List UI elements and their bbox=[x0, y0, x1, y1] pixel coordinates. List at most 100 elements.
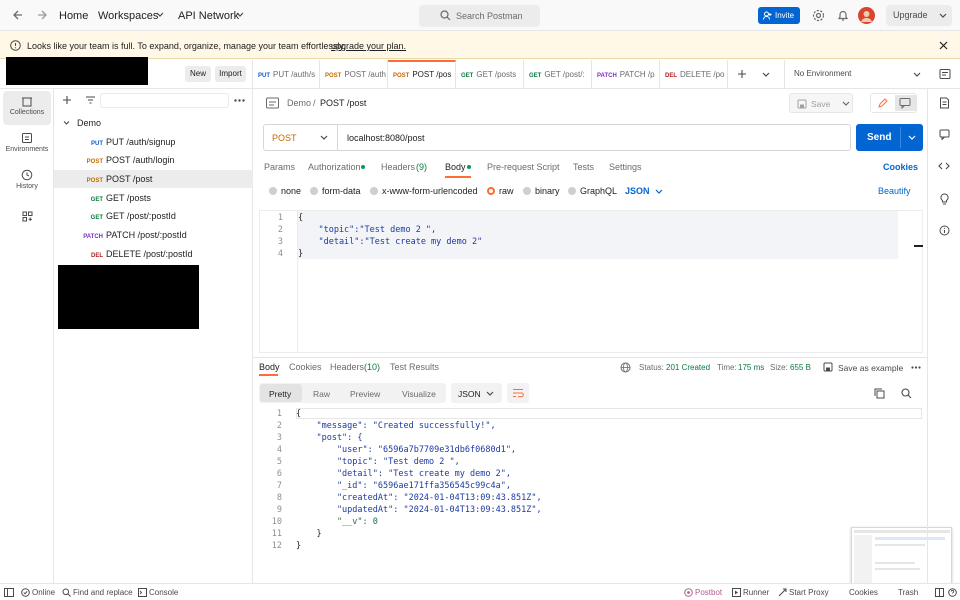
cookies-link[interactable]: Cookies bbox=[883, 162, 918, 172]
add-icon[interactable] bbox=[62, 95, 72, 105]
radio-raw[interactable]: raw bbox=[487, 186, 514, 196]
help-icon[interactable] bbox=[948, 588, 957, 597]
online-status[interactable]: Online bbox=[32, 588, 55, 597]
rail-collections[interactable]: Collections bbox=[3, 91, 51, 125]
settings-gear-icon[interactable] bbox=[812, 9, 825, 22]
radio-urlencoded[interactable]: x-www-form-urlencoded bbox=[370, 186, 478, 196]
invite-button[interactable]: Invite bbox=[758, 7, 800, 24]
response-format-select[interactable]: JSON bbox=[451, 383, 502, 403]
tab-params[interactable]: Params bbox=[264, 162, 295, 172]
view-preview[interactable]: Preview bbox=[350, 389, 380, 399]
runner-button[interactable]: Runner bbox=[743, 588, 769, 597]
rail-history[interactable]: History bbox=[3, 165, 51, 199]
close-icon[interactable] bbox=[939, 41, 948, 50]
method-select[interactable]: POST bbox=[264, 125, 338, 150]
tab-tests[interactable]: Tests bbox=[573, 162, 594, 172]
list-item[interactable]: PUT PUT /auth/signup bbox=[54, 133, 253, 151]
list-item[interactable]: DEL DELETE /post/:postId bbox=[54, 245, 253, 263]
view-visualize[interactable]: Visualize bbox=[402, 389, 436, 399]
new-tab-icon[interactable] bbox=[737, 69, 747, 79]
tab-put-auth-signup[interactable]: PUT PUT /auth/s bbox=[253, 60, 320, 89]
find-replace-button[interactable]: Find and replace bbox=[73, 588, 133, 597]
more-options-icon[interactable] bbox=[911, 366, 921, 369]
new-button[interactable]: New bbox=[185, 66, 211, 82]
url-input[interactable]: localhost:8080/post bbox=[347, 133, 425, 143]
tab-pre-request-script[interactable]: Pre-request Script bbox=[487, 162, 560, 172]
save-as-example-button[interactable]: Save as example bbox=[838, 363, 903, 373]
save-button[interactable]: Save bbox=[789, 93, 853, 113]
view-pretty[interactable]: Pretty bbox=[269, 389, 291, 399]
workspaces-menu[interactable]: Workspaces bbox=[98, 10, 158, 22]
response-body-viewer[interactable]: 1 2 3 4 5 6 7 8 9 10 11 12 { "message": … bbox=[259, 407, 923, 560]
search-bar[interactable]: Search Postman bbox=[419, 5, 540, 27]
radio-binary[interactable]: binary bbox=[523, 186, 560, 196]
resp-tab-headers[interactable]: Headers bbox=[330, 362, 364, 372]
copy-icon[interactable] bbox=[874, 388, 885, 399]
search-icon[interactable] bbox=[901, 388, 912, 399]
list-item[interactable]: GET GET /post/:postId bbox=[54, 207, 253, 225]
list-item[interactable]: GET GET /posts bbox=[54, 189, 253, 207]
send-button[interactable]: Send bbox=[856, 124, 923, 151]
notifications-bell-icon[interactable] bbox=[837, 9, 849, 22]
globe-icon[interactable] bbox=[620, 362, 631, 373]
list-item[interactable]: POST POST /auth/login bbox=[54, 151, 253, 169]
edit-comment-toggle[interactable] bbox=[870, 93, 917, 113]
request-body-editor[interactable]: 1 2 3 4 { "topic":"Test demo 2 ", "detai… bbox=[259, 210, 923, 353]
comments-icon[interactable] bbox=[939, 129, 950, 140]
beautify-link[interactable]: Beautify bbox=[878, 186, 911, 196]
info-icon[interactable] bbox=[939, 225, 950, 236]
tab-body[interactable]: Body bbox=[445, 162, 466, 172]
upgrade-button[interactable]: Upgrade bbox=[886, 5, 952, 26]
radio-none[interactable]: none bbox=[269, 186, 301, 196]
more-options-icon[interactable] bbox=[234, 99, 245, 102]
forward-arrow-icon[interactable] bbox=[36, 9, 48, 21]
tab-headers[interactable]: Headers bbox=[381, 162, 415, 172]
back-arrow-icon[interactable] bbox=[12, 9, 24, 21]
list-item[interactable]: PATCH PATCH /post/:postId bbox=[54, 226, 253, 244]
rail-environments[interactable]: Environments bbox=[3, 128, 51, 162]
tab-post-post-active[interactable]: POST POST /pos bbox=[388, 60, 456, 89]
sidebar-search-input[interactable] bbox=[100, 93, 229, 108]
resp-tab-cookies[interactable]: Cookies bbox=[289, 362, 322, 372]
tab-get-post-id[interactable]: GET GET /post/: bbox=[524, 60, 592, 89]
radio-graphql[interactable]: GraphQL bbox=[568, 186, 617, 196]
resp-tab-body[interactable]: Body bbox=[259, 362, 280, 372]
cookies-button[interactable]: Cookies bbox=[849, 588, 878, 597]
resp-tab-test-results[interactable]: Test Results bbox=[390, 362, 439, 372]
documentation-icon[interactable] bbox=[939, 97, 950, 109]
console-button[interactable]: Console bbox=[149, 588, 178, 597]
avatar[interactable] bbox=[858, 7, 875, 24]
tab-get-posts[interactable]: GET GET /posts bbox=[456, 60, 524, 89]
environment-quicklook-icon[interactable] bbox=[939, 68, 951, 80]
tab-settings[interactable]: Settings bbox=[609, 162, 642, 172]
radio-form-data[interactable]: form-data bbox=[310, 186, 361, 196]
tab-authorization[interactable]: Authorization bbox=[308, 162, 361, 172]
environment-selector[interactable]: No Environment bbox=[784, 60, 926, 89]
home-link[interactable]: Home bbox=[59, 10, 88, 22]
edit-pencil-icon[interactable] bbox=[872, 95, 894, 111]
wrap-lines-button[interactable] bbox=[507, 383, 529, 403]
postbot-button[interactable]: Postbot bbox=[695, 588, 722, 597]
body-format-select[interactable]: JSON bbox=[625, 186, 650, 196]
tab-patch-post[interactable]: PATCH PATCH /p bbox=[592, 60, 660, 89]
collection-demo[interactable]: Demo bbox=[54, 114, 253, 132]
lightbulb-icon[interactable] bbox=[939, 193, 950, 205]
breadcrumb-parent[interactable]: Demo bbox=[287, 98, 311, 108]
layout-icon[interactable] bbox=[935, 588, 944, 597]
status-value[interactable]: 201 Created bbox=[666, 363, 710, 372]
code-icon[interactable] bbox=[938, 161, 950, 171]
comment-icon[interactable] bbox=[895, 95, 916, 111]
filter-icon[interactable] bbox=[85, 95, 96, 105]
start-proxy-button[interactable]: Start Proxy bbox=[789, 588, 829, 597]
rail-configure[interactable] bbox=[3, 207, 51, 229]
view-raw[interactable]: Raw bbox=[313, 389, 330, 399]
import-button[interactable]: Import bbox=[215, 66, 246, 82]
list-item-selected[interactable]: POST POST /post bbox=[54, 170, 253, 188]
trash-button[interactable]: Trash bbox=[898, 588, 918, 597]
size-value[interactable]: 655 B bbox=[790, 363, 811, 372]
time-value[interactable]: 175 ms bbox=[738, 363, 764, 372]
sidebar-toggle-icon[interactable] bbox=[4, 588, 14, 597]
api-network-menu[interactable]: API Network bbox=[178, 10, 239, 22]
upgrade-plan-link[interactable]: upgrade your plan. bbox=[331, 41, 406, 51]
chevron-down-icon[interactable] bbox=[908, 135, 916, 141]
